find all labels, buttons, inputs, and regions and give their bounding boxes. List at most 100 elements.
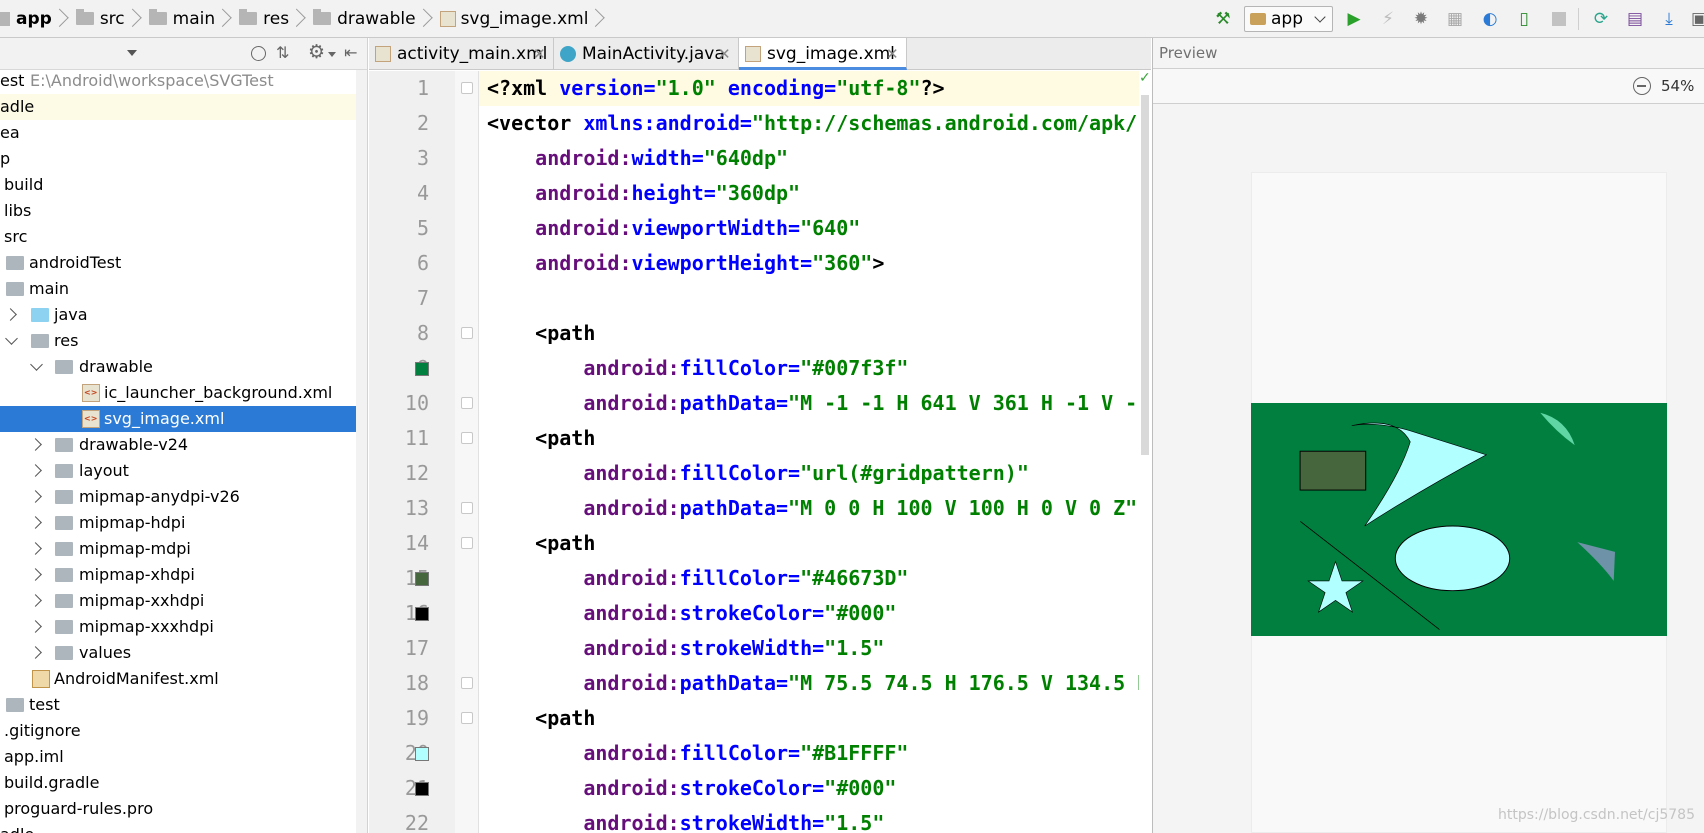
run-config-select[interactable]: app [1244, 6, 1333, 32]
run-icon[interactable]: ▶ [1343, 8, 1365, 30]
fold-marker[interactable] [461, 82, 473, 94]
tab-mainactivity[interactable]: MainActivity.java ✕ [554, 38, 739, 70]
crumb-file[interactable]: svg_image.xml [432, 0, 605, 38]
tree-row-test[interactable]: test [0, 692, 367, 718]
tree-row-build[interactable]: build [0, 172, 367, 198]
gear-icon[interactable]: ⚙ [308, 43, 325, 62]
chevron-right-icon[interactable] [29, 646, 42, 659]
chevron-right-icon[interactable] [29, 620, 42, 633]
crumb-src[interactable]: src [68, 0, 141, 38]
chevron-right-icon[interactable] [29, 594, 42, 607]
editor-scrollbar[interactable]: ✓ [1139, 71, 1151, 833]
fold-marker[interactable] [461, 502, 473, 514]
tree-row-drawable[interactable]: drawable [0, 354, 367, 380]
debug-bug-icon[interactable]: ✹ [1410, 8, 1432, 30]
tree-row-main[interactable]: main [0, 276, 367, 302]
tree-row-proguard-rules[interactable]: proguard-rules.pro [0, 796, 367, 822]
tree-row-mipmap-xhdpi[interactable]: mipmap-xhdpi [0, 562, 367, 588]
chevron-right-icon[interactable] [29, 568, 42, 581]
fold-marker[interactable] [461, 677, 473, 689]
tree-row-androidtest[interactable]: androidTest [0, 250, 367, 276]
build-hammer-icon[interactable]: ⚒ [1212, 8, 1234, 30]
tab-label: MainActivity.java [582, 44, 725, 64]
close-icon[interactable]: ✕ [533, 38, 546, 70]
tab-activity-main[interactable]: activity_main.xml ✕ [369, 38, 554, 70]
code-area[interactable]: <?xml version="1.0" encoding="utf-8"?> <… [479, 71, 1141, 833]
stop-icon[interactable] [1548, 8, 1570, 30]
sdk-manager-icon[interactable]: ⤓ [1658, 8, 1680, 30]
tree-row-drawable-v24[interactable]: drawable-v24 [0, 432, 367, 458]
tree-row-libs[interactable]: libs [0, 198, 367, 224]
hide-panel-icon[interactable]: ⇤ [344, 45, 357, 61]
tree-row-gradle-bottom[interactable]: adle [0, 822, 367, 833]
folder-icon [6, 698, 24, 712]
sync-gradle-icon[interactable]: ⟳ [1590, 8, 1612, 30]
chevron-right-icon[interactable] [29, 464, 42, 477]
crumb-drawable[interactable]: drawable [305, 0, 432, 38]
tree-row-mipmap-hdpi[interactable]: mipmap-hdpi [0, 510, 367, 536]
scrollbar-thumb[interactable] [1141, 95, 1149, 455]
tree-row-idea[interactable]: ea [0, 120, 367, 146]
tree-row-layout[interactable]: layout [0, 458, 367, 484]
zoom-out-icon[interactable] [1633, 77, 1651, 95]
fold-marker[interactable] [461, 397, 473, 409]
line-number: 11 [404, 426, 429, 450]
color-swatch[interactable] [415, 747, 429, 761]
tree-row-svg-image[interactable]: svg_image.xml [0, 406, 367, 432]
tree-row-mipmap-xxxhdpi[interactable]: mipmap-xxxhdpi [0, 614, 367, 640]
color-swatch[interactable] [415, 782, 429, 796]
close-icon[interactable]: ✕ [718, 38, 731, 70]
close-icon[interactable]: ✕ [886, 38, 899, 70]
fold-marker[interactable] [461, 712, 473, 724]
chevron-down-small-icon[interactable] [328, 52, 336, 57]
coverage-icon[interactable]: ▦ [1444, 8, 1466, 30]
tree-row-app[interactable]: p [0, 146, 367, 172]
color-swatch[interactable] [415, 362, 429, 376]
view-dropdown-arrow-icon[interactable] [127, 50, 137, 56]
more-icon[interactable]: ▣ [1688, 8, 1704, 30]
avd-manager-icon[interactable]: ▤ [1624, 8, 1646, 30]
line-number: 12 [404, 461, 429, 485]
apply-changes-icon[interactable]: ⚡ [1377, 8, 1399, 30]
line-number: 10 [404, 391, 429, 415]
tree-row-gradle[interactable]: adle [0, 94, 367, 120]
preview-toolbar: 54% [1153, 68, 1704, 104]
tree-row-build-gradle[interactable]: build.gradle [0, 770, 367, 796]
tree-row-project-root[interactable]: est E:\Android\workspace\SVGTest [0, 68, 367, 94]
tree-row-mipmap-xxhdpi[interactable]: mipmap-xxhdpi [0, 588, 367, 614]
crumb-res[interactable]: res [231, 0, 305, 38]
profile-icon[interactable]: ◐ [1479, 8, 1501, 30]
tree-row-androidmanifest[interactable]: AndroidManifest.xml [0, 666, 367, 692]
fold-marker[interactable] [461, 432, 473, 444]
tree-row-values[interactable]: values [0, 640, 367, 666]
chevron-right-icon[interactable] [4, 308, 17, 321]
tree-row-gitignore[interactable]: .gitignore [0, 718, 367, 744]
locate-target-icon[interactable] [251, 46, 266, 61]
fold-marker[interactable] [461, 327, 473, 339]
crumb-main[interactable]: main [141, 0, 231, 38]
chevron-down-icon[interactable] [5, 332, 18, 345]
tree-row-mipmap-anydpi-v26[interactable]: mipmap-anydpi-v26 [0, 484, 367, 510]
crumb-app[interactable]: app [0, 0, 68, 38]
tree-row-java[interactable]: java [0, 302, 367, 328]
tree-row-app-iml[interactable]: app.iml [0, 744, 367, 770]
chevron-right-icon[interactable] [29, 490, 42, 503]
sidebar-scrollbar[interactable] [356, 70, 367, 833]
chevron-right-icon[interactable] [29, 542, 42, 555]
chevron-right-icon[interactable] [29, 438, 42, 451]
folder-icon [55, 464, 73, 478]
attach-debugger-icon[interactable]: ▯ [1513, 8, 1535, 30]
tree-row-ic-launcher-background[interactable]: ic_launcher_background.xml [0, 380, 367, 406]
chevron-down-icon[interactable] [30, 358, 43, 371]
tab-svg-image[interactable]: svg_image.xml ✕ [739, 38, 907, 70]
line-number: 13 [404, 496, 429, 520]
line-number: 17 [404, 636, 429, 660]
tree-row-res[interactable]: res [0, 328, 367, 354]
chevron-right-icon[interactable] [29, 516, 42, 529]
color-swatch[interactable] [415, 572, 429, 586]
fold-marker[interactable] [461, 537, 473, 549]
tree-row-mipmap-mdpi[interactable]: mipmap-mdpi [0, 536, 367, 562]
collapse-all-icon[interactable]: ⇅ [276, 45, 289, 61]
tree-row-src[interactable]: src [0, 224, 367, 250]
color-swatch[interactable] [415, 607, 429, 621]
